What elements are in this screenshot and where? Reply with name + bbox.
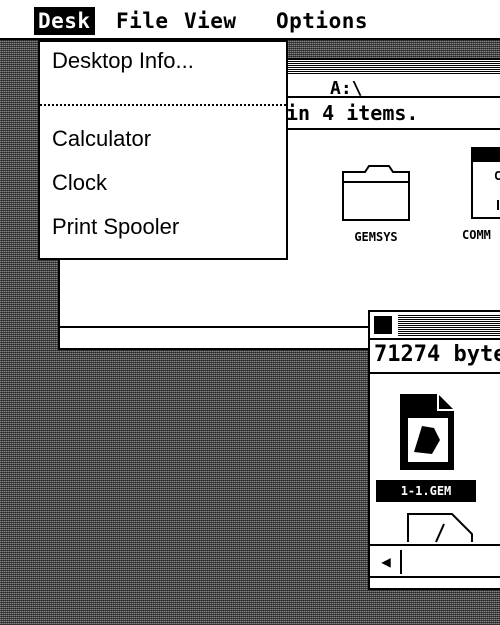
menu-bar: Desk File View Options — [0, 0, 500, 40]
main-window-title: A:\ — [330, 78, 363, 99]
selected-icon-label: 1-1.GEM — [376, 480, 476, 502]
second-window-info: 71274 byte — [374, 342, 500, 367]
close-box-icon[interactable] — [374, 316, 392, 334]
second-window[interactable]: 71274 byte 1-1.GEM ◀ — [368, 310, 500, 590]
menu-item-print-spooler[interactable]: Print Spooler — [52, 214, 179, 240]
second-window-titlebar[interactable] — [370, 312, 500, 340]
menu-view[interactable]: View — [184, 7, 237, 35]
scroll-left-arrow-icon[interactable]: ◀ — [372, 550, 402, 574]
gemsys-label: GEMSYS — [354, 230, 398, 244]
desk-menu-dropdown: Desktop Info... Calculator Clock Print S… — [38, 40, 288, 260]
menu-options[interactable]: Options — [276, 7, 368, 35]
menu-item-desktop-info[interactable]: Desktop Info... — [52, 48, 194, 74]
second-window-infobar: 71274 byte — [370, 340, 500, 374]
menu-item-clock[interactable]: Clock — [52, 170, 107, 196]
document-icon: C — [471, 147, 500, 219]
menu-desk[interactable]: Desk — [34, 7, 95, 35]
gem-document-icon[interactable] — [396, 392, 458, 472]
menu-file[interactable]: File — [116, 7, 169, 35]
second-window-scrollbar[interactable]: ◀ — [370, 544, 500, 578]
svg-text:C: C — [494, 169, 500, 183]
folder-icon — [342, 165, 410, 221]
document-icon[interactable] — [406, 512, 476, 544]
title-stripe — [398, 314, 500, 336]
comm-label: COMM — [462, 228, 491, 242]
gemsys-folder[interactable]: GEMSYS — [338, 164, 414, 244]
main-window-info: in 4 items. — [286, 101, 419, 125]
comm-icon-item[interactable]: C COMM — [452, 146, 500, 242]
menu-separator — [40, 104, 286, 106]
menu-item-calculator[interactable]: Calculator — [52, 126, 151, 152]
